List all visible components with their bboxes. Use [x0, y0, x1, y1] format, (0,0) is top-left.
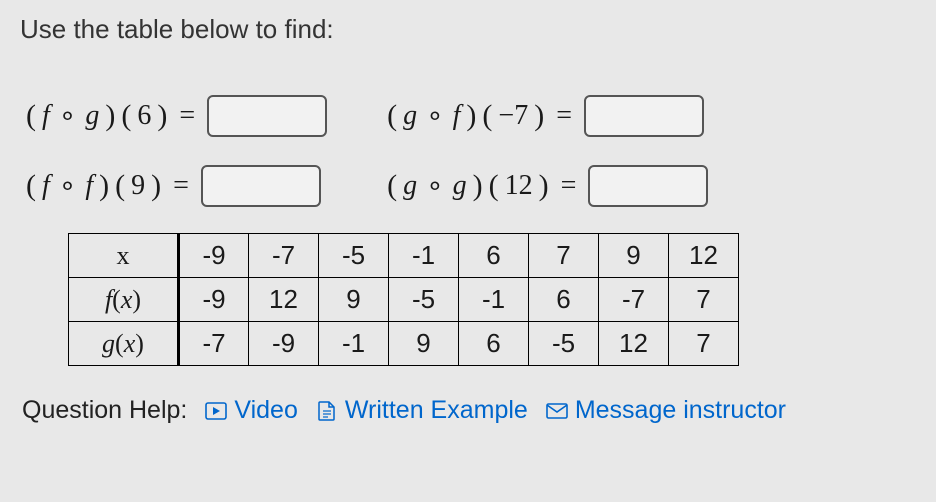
equation-fog-6: ( f ∘ g ) (6) =	[26, 95, 327, 137]
table-cell: 9	[319, 278, 389, 322]
message-instructor-label: Message instructor	[575, 396, 786, 425]
row-label-fx: f(x)	[69, 278, 179, 322]
table-cell: 6	[459, 234, 529, 278]
message-instructor-link[interactable]: Message instructor	[546, 396, 786, 425]
table-cell: 6	[529, 278, 599, 322]
func-symbol: f	[453, 100, 461, 132]
equation-gog-12: ( g ∘ g ) (12) =	[387, 165, 708, 207]
table-cell: -7	[599, 278, 669, 322]
written-example-label: Written Example	[345, 396, 528, 425]
equation-gof-neg7: ( g ∘ f ) (−7) =	[387, 95, 708, 137]
table-cell: 9	[599, 234, 669, 278]
table-cell: -5	[389, 278, 459, 322]
table-cell: -5	[319, 234, 389, 278]
func-symbol: g	[403, 170, 417, 202]
table-row: x -9 -7 -5 -1 6 7 9 12	[69, 234, 739, 278]
func-g: g	[102, 329, 115, 358]
arg-value: 12	[505, 170, 533, 202]
data-table: x -9 -7 -5 -1 6 7 9 12 f(x) -9 12 9 -5 -…	[68, 233, 739, 366]
help-label: Question Help:	[22, 396, 187, 425]
table-cell: -1	[319, 322, 389, 366]
table-cell: 9	[389, 322, 459, 366]
answer-input-fof9[interactable]	[201, 165, 321, 207]
table-cell: -7	[179, 322, 249, 366]
answer-input-gog12[interactable]	[588, 165, 708, 207]
table-cell: -7	[249, 234, 319, 278]
table-cell: -9	[249, 322, 319, 366]
table-cell: -1	[389, 234, 459, 278]
data-table-wrap: x -9 -7 -5 -1 6 7 9 12 f(x) -9 12 9 -5 -…	[68, 233, 916, 366]
func-symbol: f	[42, 100, 50, 132]
envelope-icon	[546, 402, 568, 420]
func-symbol: f	[85, 170, 93, 202]
table-cell: 6	[459, 322, 529, 366]
table-cell: 7	[529, 234, 599, 278]
var-x: x	[124, 329, 136, 358]
table-cell: -9	[179, 234, 249, 278]
instruction-text: Use the table below to find:	[20, 14, 916, 45]
row-label-gx: g(x)	[69, 322, 179, 366]
table-row: f(x) -9 12 9 -5 -1 6 -7 7	[69, 278, 739, 322]
table-row: g(x) -7 -9 -1 9 6 -5 12 7	[69, 322, 739, 366]
video-link[interactable]: Video	[205, 396, 298, 425]
table-cell: 12	[669, 234, 739, 278]
table-cell: -5	[529, 322, 599, 366]
arg-value: −7	[498, 100, 528, 132]
func-symbol: g	[85, 100, 99, 132]
arg-value: 6	[137, 100, 151, 132]
equation-fof-9: ( f ∘ f ) (9) =	[26, 165, 327, 207]
table-cell: 12	[599, 322, 669, 366]
answer-input-gof-7[interactable]	[584, 95, 704, 137]
arg-value: 9	[131, 170, 145, 202]
row-label-x: x	[69, 234, 179, 278]
video-label: Video	[234, 396, 298, 425]
question-help-row: Question Help: Video Written Example	[22, 396, 916, 425]
answer-input-fog6[interactable]	[207, 95, 327, 137]
equations-grid: ( f ∘ g ) (6) = ( g ∘ f ) (−7) = ( f ∘ f…	[26, 95, 708, 207]
table-cell: -9	[179, 278, 249, 322]
func-symbol: g	[453, 170, 467, 202]
table-cell: 7	[669, 322, 739, 366]
table-cell: 7	[669, 278, 739, 322]
var-x: x	[121, 285, 133, 314]
video-icon	[205, 402, 227, 420]
document-icon	[316, 402, 338, 420]
table-cell: -1	[459, 278, 529, 322]
table-cell: 12	[249, 278, 319, 322]
func-symbol: f	[42, 170, 50, 202]
written-example-link[interactable]: Written Example	[316, 396, 528, 425]
func-f: f	[105, 285, 112, 314]
func-symbol: g	[403, 100, 417, 132]
